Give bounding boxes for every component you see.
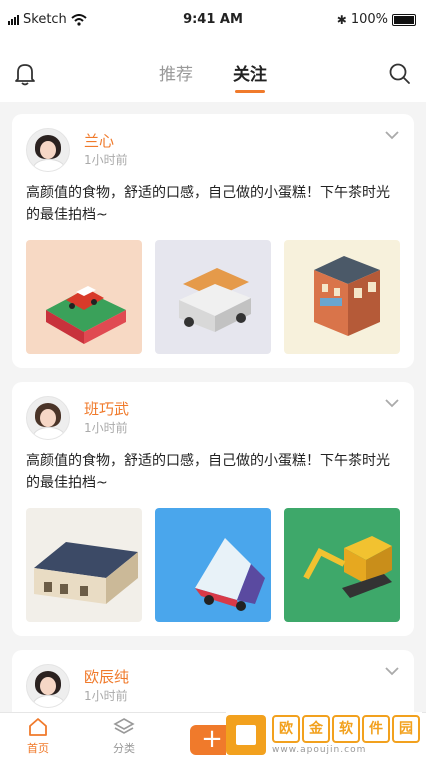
post-card[interactable]: 班巧武 1小时前 高颜值的食物，舒适的口感，自己做的小蛋糕！下午茶时光的最佳拍档… (12, 382, 414, 636)
nav-home[interactable]: 首页 (8, 717, 68, 756)
layers-icon (113, 718, 135, 734)
post-image-blue-car[interactable] (155, 508, 271, 622)
status-bar: Sketch 9:41 AM ✱ 100% (0, 0, 426, 40)
feed-tabs: 推荐 关注 (0, 60, 426, 93)
chevron-down-icon[interactable] (384, 398, 400, 408)
post-images (26, 508, 400, 622)
top-header: 推荐 关注 (0, 40, 426, 102)
bluetooth-icon: ✱ (336, 12, 347, 27)
post-header: 班巧武 1小时前 (26, 396, 400, 440)
username[interactable]: 兰心 (84, 131, 128, 151)
chevron-down-icon[interactable] (384, 666, 400, 676)
watermark-title: 欧 金 软 件 园 (272, 715, 420, 743)
post-time: 1小时前 (84, 689, 128, 703)
watermark: 欧 金 软 件 园 www.apoujin.com (226, 712, 422, 758)
user-info: 兰心 1小时前 (84, 131, 128, 169)
home-icon (29, 718, 47, 736)
post-header: 欧辰纯 1小时前 (26, 664, 400, 708)
post-text: 高颜值的食物，舒适的口感，自己做的小蛋糕！下午茶时光的最佳拍档~ (26, 185, 390, 223)
post-image-van[interactable] (155, 240, 271, 354)
post-images (26, 240, 400, 354)
tab-following[interactable]: 关注 (233, 60, 267, 93)
post-image-house[interactable] (26, 508, 142, 622)
avatar[interactable] (26, 396, 70, 440)
battery-label: 100% (350, 12, 388, 27)
watermark-url: www.apoujin.com (272, 745, 367, 755)
tab-recommend[interactable]: 推荐 (159, 60, 193, 93)
chevron-down-icon[interactable] (384, 130, 400, 140)
nav-category-label: 分类 (113, 742, 135, 755)
post-image-shop[interactable] (284, 240, 400, 354)
post-image-excavator[interactable] (284, 508, 400, 622)
post-header: 兰心 1小时前 (26, 128, 400, 172)
avatar[interactable] (26, 128, 70, 172)
watermark-logo-icon (226, 715, 266, 755)
user-info: 欧辰纯 1小时前 (84, 667, 129, 705)
status-right: ✱ 100% (337, 12, 416, 27)
nav-category[interactable]: 分类 (94, 717, 154, 756)
watermark-text: 欧 金 软 件 园 www.apoujin.com (272, 715, 420, 755)
username[interactable]: 欧辰纯 (84, 667, 129, 687)
feed-list: 兰心 1小时前 高颜值的食物，舒适的口感，自己做的小蛋糕！下午茶时光的最佳拍档~ (12, 114, 414, 736)
nav-home-label: 首页 (27, 742, 49, 755)
post-text: 高颜值的食物，舒适的口感，自己做的小蛋糕！下午茶时光的最佳拍档~ (26, 453, 390, 491)
post-time: 1小时前 (84, 153, 128, 167)
post-card[interactable]: 兰心 1小时前 高颜值的食物，舒适的口感，自己做的小蛋糕！下午茶时光的最佳拍档~ (12, 114, 414, 368)
search-icon[interactable] (388, 62, 412, 86)
post-time: 1小时前 (84, 421, 128, 435)
avatar[interactable] (26, 664, 70, 708)
user-info: 班巧武 1小时前 (84, 399, 129, 437)
battery-icon (392, 13, 416, 26)
username[interactable]: 班巧武 (84, 399, 129, 419)
post-image-car-grass[interactable] (26, 240, 142, 354)
